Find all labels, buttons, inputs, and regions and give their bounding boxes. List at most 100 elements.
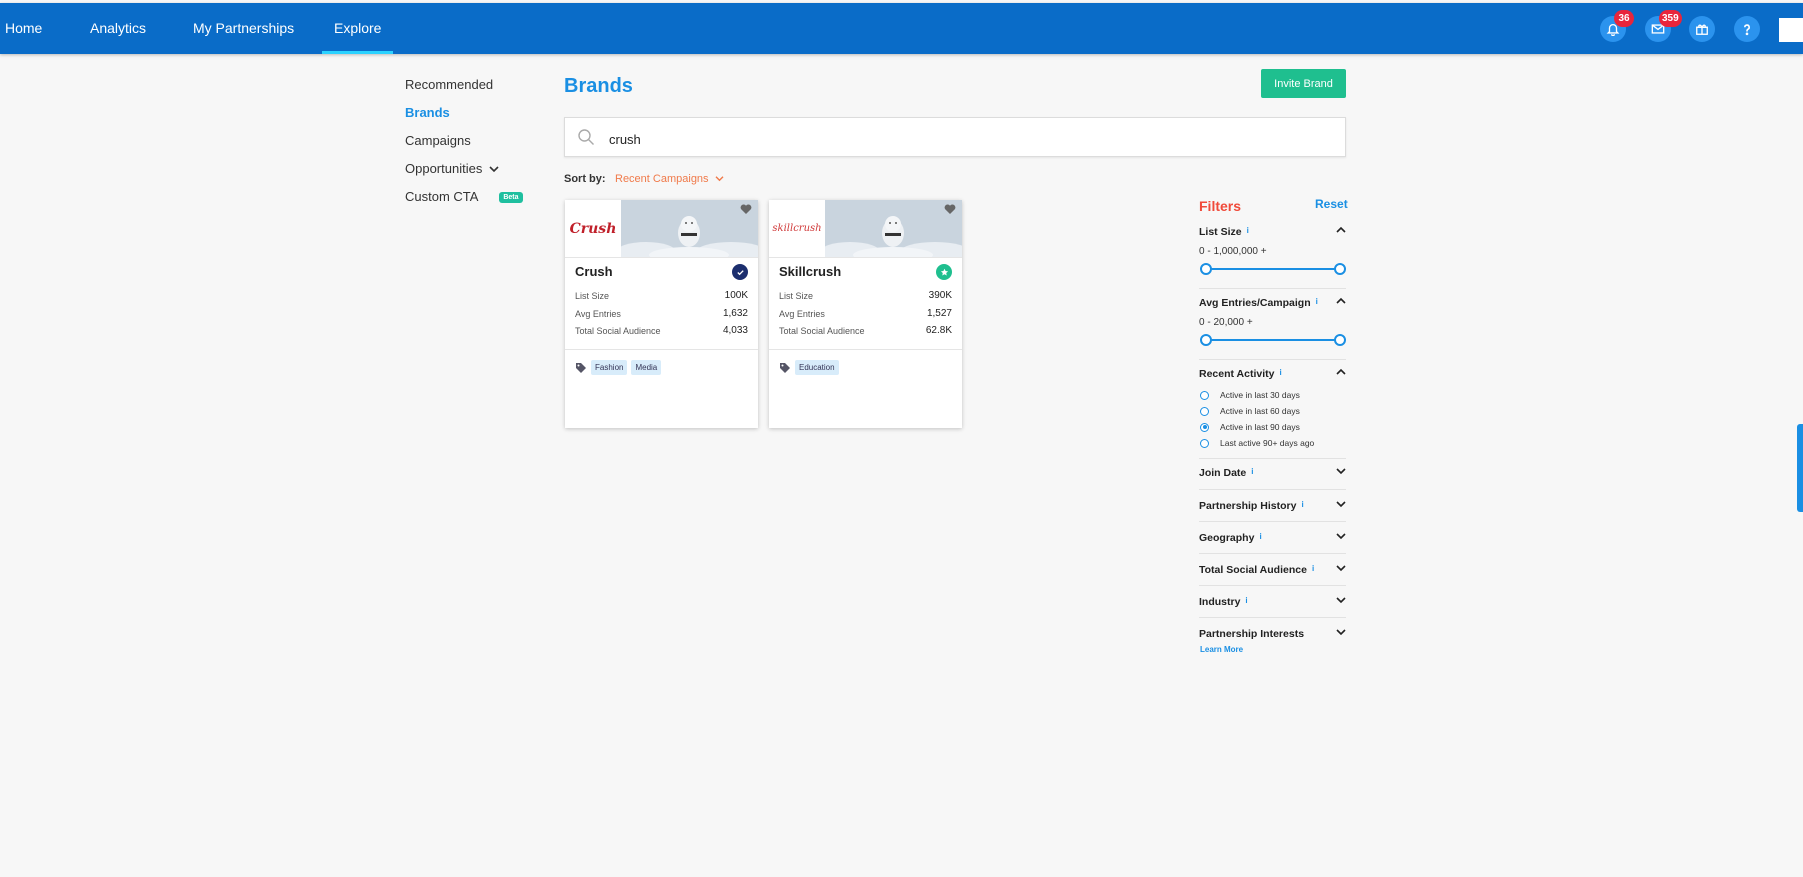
radio-button[interactable] xyxy=(1200,406,1209,416)
avatar[interactable] xyxy=(1779,18,1803,42)
brand-name: Skillcrush xyxy=(779,264,842,279)
messages-button[interactable]: 359 xyxy=(1645,10,1682,42)
filter-divider xyxy=(1199,288,1346,289)
side-scroll-tab[interactable] xyxy=(1797,424,1803,512)
chevron-down-icon xyxy=(1336,597,1346,604)
filter-divider xyxy=(1199,553,1346,554)
filter-geography-header[interactable]: Geography i xyxy=(1199,532,1346,544)
filter-divider xyxy=(1199,521,1346,522)
info-icon[interactable]: i xyxy=(1301,500,1303,509)
chevron-down-icon xyxy=(1336,565,1346,572)
nav-explore[interactable]: Explore xyxy=(321,3,395,54)
radio-active-60-days[interactable]: Active in last 60 days xyxy=(1200,406,1300,416)
chevron-down-icon xyxy=(1336,533,1346,540)
brand-card-skillcrush[interactable]: skillcrush Skillcrush List Size 390K Avg … xyxy=(769,200,962,428)
filter-recent-activity-header[interactable]: Recent Activity i xyxy=(1199,368,1346,380)
search-input[interactable] xyxy=(607,128,1311,150)
info-icon[interactable]: i xyxy=(1316,297,1318,306)
brand-logo: Crush xyxy=(565,200,621,257)
tag-icon xyxy=(576,362,586,373)
filters-title: Filters xyxy=(1199,198,1242,214)
brand-logo: skillcrush xyxy=(769,200,825,257)
sidebar-item-custom-cta[interactable]: Custom CTA Beta xyxy=(405,189,523,204)
chevron-down-icon xyxy=(1336,629,1346,636)
chevron-up-icon xyxy=(1336,226,1346,233)
stat-row-avg-entries: Avg Entries 1,632 xyxy=(575,308,748,319)
invite-brand-button[interactable]: Invite Brand xyxy=(1261,69,1346,98)
brand-card-crush[interactable]: Crush Crush List Size 100K Avg Entries 1,6… xyxy=(565,200,758,428)
filter-total-social-audience-header[interactable]: Total Social Audience i xyxy=(1199,564,1346,576)
mascot-illustration xyxy=(621,200,758,257)
slider-max-handle[interactable] xyxy=(1334,334,1346,346)
nav-my-partnerships[interactable]: My Partnerships xyxy=(193,3,294,54)
avg-entries-slider[interactable] xyxy=(1200,334,1346,346)
radio-active-90-days[interactable]: Active in last 90 days xyxy=(1200,422,1300,432)
heart-icon[interactable] xyxy=(944,204,956,215)
sidebar-item-recommended[interactable]: Recommended xyxy=(405,77,493,92)
sidebar-item-brands[interactable]: Brands xyxy=(405,105,450,120)
info-icon[interactable]: i xyxy=(1247,226,1249,235)
list-size-slider[interactable] xyxy=(1200,263,1346,275)
reset-filters-link[interactable]: Reset xyxy=(1315,197,1348,211)
radio-button[interactable] xyxy=(1200,438,1209,448)
info-icon[interactable]: i xyxy=(1245,596,1247,605)
sidebar-item-label: Custom CTA xyxy=(405,189,478,204)
chevron-up-icon xyxy=(1336,297,1346,304)
nav-home[interactable]: Home xyxy=(5,3,42,54)
radio-last-active-90-plus[interactable]: Last active 90+ days ago xyxy=(1200,438,1314,448)
stat-row-avg-entries: Avg Entries 1,527 xyxy=(779,308,952,319)
search-icon xyxy=(578,129,594,145)
tag-education[interactable]: Education xyxy=(795,360,839,375)
list-size-range-text: 0 - 1,000,000 + xyxy=(1199,246,1267,257)
info-icon[interactable]: i xyxy=(1312,564,1314,573)
stat-row-list-size: List Size 390K xyxy=(779,290,952,301)
slider-min-handle[interactable] xyxy=(1200,263,1212,275)
stat-row-total-social-audience: Total Social Audience 62.8K xyxy=(779,325,952,336)
tag-list: Fashion Media xyxy=(575,360,662,375)
info-icon[interactable]: i xyxy=(1279,368,1281,377)
nav-analytics[interactable]: Analytics xyxy=(90,3,146,54)
filter-partnership-interests-header[interactable]: Partnership Interests xyxy=(1199,628,1346,640)
tag-media[interactable]: Media xyxy=(631,360,662,375)
tag-fashion[interactable]: Fashion xyxy=(591,360,628,375)
cover-image xyxy=(621,200,758,257)
tag-list: Education xyxy=(779,360,839,375)
chevron-down-icon xyxy=(1336,468,1346,475)
info-icon[interactable]: i xyxy=(1251,467,1253,476)
chevron-down-icon xyxy=(715,176,724,182)
sort-dropdown[interactable]: Recent Campaigns xyxy=(615,173,724,185)
filter-list-size-header[interactable]: List Size i xyxy=(1199,226,1346,238)
radio-active-30-days[interactable]: Active in last 30 days xyxy=(1200,390,1300,400)
brand-name: Crush xyxy=(575,264,613,279)
slider-min-handle[interactable] xyxy=(1200,334,1212,346)
info-icon[interactable]: i xyxy=(1259,532,1261,541)
notifications-button[interactable]: 36 xyxy=(1600,10,1634,42)
sort-value: Recent Campaigns xyxy=(615,173,709,185)
radio-button-selected[interactable] xyxy=(1200,422,1209,432)
filter-join-date-header[interactable]: Join Date i xyxy=(1199,467,1346,479)
sidebar-item-opportunities[interactable]: Opportunities xyxy=(405,161,499,176)
filter-partnership-history-header[interactable]: Partnership History i xyxy=(1199,500,1346,512)
filter-divider xyxy=(1199,359,1346,360)
help-button[interactable] xyxy=(1734,16,1760,42)
sidebar-item-campaigns[interactable]: Campaigns xyxy=(405,133,471,148)
filter-divider xyxy=(1199,617,1346,618)
star-badge-icon xyxy=(936,264,952,280)
learn-more-link[interactable]: Learn More xyxy=(1200,645,1243,654)
gift-button[interactable] xyxy=(1689,16,1715,42)
filter-industry-header[interactable]: Industry i xyxy=(1199,596,1346,608)
chevron-down-icon xyxy=(1336,501,1346,508)
mascot-illustration xyxy=(825,200,962,257)
stat-row-total-social-audience: Total Social Audience 4,033 xyxy=(575,325,748,336)
radio-button[interactable] xyxy=(1200,390,1209,400)
top-nav-bar: Home Analytics My Partnerships Explore 3… xyxy=(0,3,1803,54)
tag-icon xyxy=(780,362,790,373)
card-banner: Crush xyxy=(565,200,758,258)
search-box xyxy=(564,117,1346,157)
filter-divider xyxy=(1199,585,1346,586)
page-title: Brands xyxy=(564,75,633,97)
slider-max-handle[interactable] xyxy=(1334,263,1346,275)
filter-avg-entries-header[interactable]: Avg Entries/Campaign i xyxy=(1199,297,1346,309)
filter-divider xyxy=(1199,458,1346,459)
heart-icon[interactable] xyxy=(740,204,752,215)
